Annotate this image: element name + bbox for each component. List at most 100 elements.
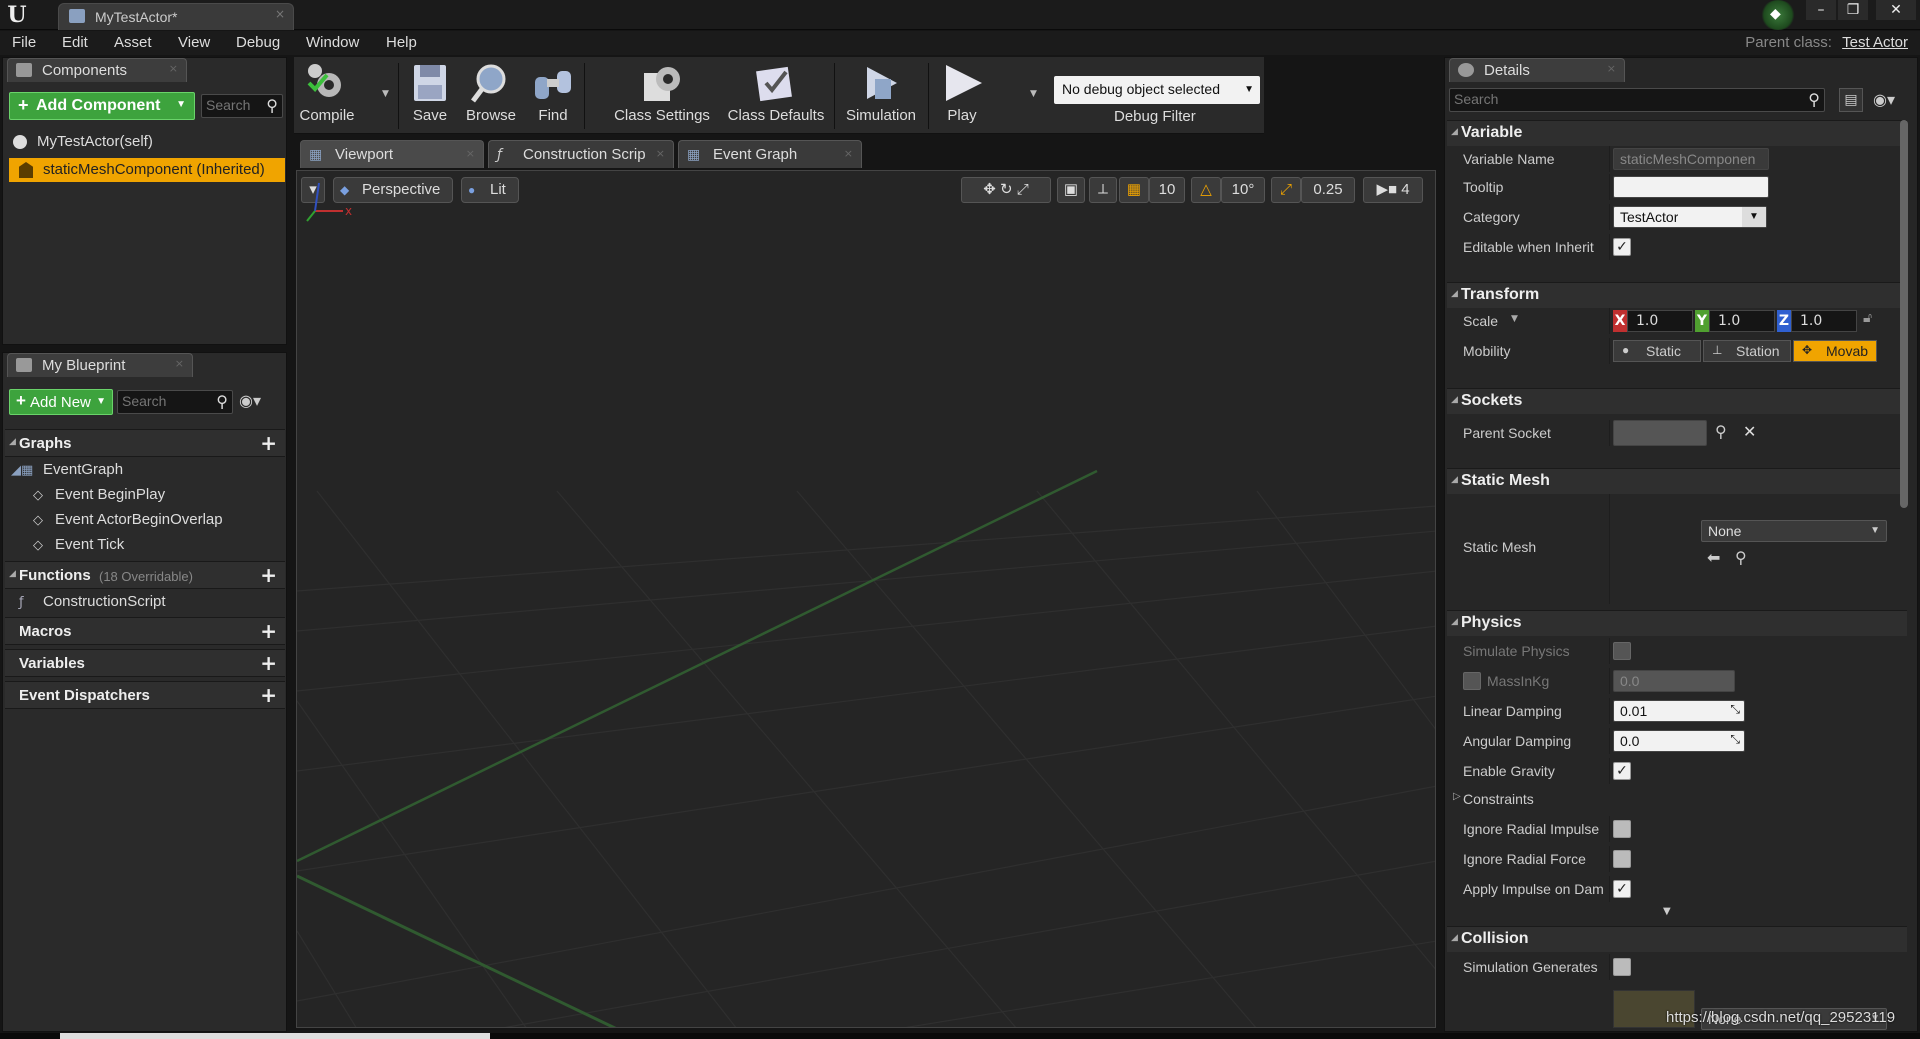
tree-item-event-tick[interactable]: ◇ Event Tick [9,534,285,556]
my-blueprint-tab[interactable]: My Blueprint × [7,353,193,377]
details-tab[interactable]: Details × [1449,58,1625,82]
component-static-mesh-row[interactable]: staticMeshComponent (Inherited) [9,158,285,182]
compile-button[interactable]: Compile [298,61,356,133]
components-tab[interactable]: Components × [7,58,187,82]
browse-socket-search-icon[interactable]: ⚲ [1715,422,1727,441]
expand-arrow-icon[interactable]: ▷ [1453,791,1461,802]
add-variable-icon[interactable]: + [260,651,277,675]
debug-object-select[interactable]: No debug object selected ▼ [1054,76,1260,104]
category-transform[interactable]: ◢ Transform [1447,282,1907,308]
components-search[interactable]: ⚲ [201,94,283,118]
add-macro-icon[interactable]: + [260,619,277,643]
simulation-generates-hit-events-checkbox[interactable] [1613,958,1631,976]
surface-snap-icon[interactable]: ⟂ [1089,177,1117,203]
category-physics[interactable]: ◢ Physics [1447,610,1907,636]
menu-help[interactable]: Help [386,34,417,51]
close-icon[interactable]: × [844,147,853,160]
tab-viewport[interactable]: ▦ Viewport × [300,140,484,168]
add-function-icon[interactable]: + [260,563,277,587]
category-combo[interactable]: TestActor ▼ [1613,206,1767,228]
transform-tools-group[interactable]: ✥ ↻ ⤢ [961,177,1051,203]
add-graph-icon[interactable]: + [260,431,277,455]
menu-window[interactable]: Window [306,34,359,51]
parent-socket-field[interactable] [1613,420,1707,446]
variables-section-header[interactable]: Variables + [5,649,285,677]
world-local-toggle-icon[interactable]: ▣ [1057,177,1085,203]
angular-damping-field[interactable]: 0.0⤡ [1613,730,1745,752]
add-component-button[interactable]: + Add Component ▼ [9,92,195,120]
play-button[interactable]: Play [934,61,990,133]
ignore-radial-impulse-checkbox[interactable] [1613,820,1631,838]
variable-name-field[interactable]: staticMeshComponen [1613,148,1769,170]
close-tab-icon[interactable]: × [275,7,285,21]
mobility-static-button[interactable]: ●Static [1613,340,1701,362]
translate-icon[interactable]: ✥ [983,181,996,198]
minimize-button[interactable]: – [1806,0,1836,20]
mobility-stationary-button[interactable]: ⊥Station [1703,340,1791,362]
compile-options-dropdown-icon[interactable]: ▼ [382,89,389,99]
add-new-button[interactable]: + Add New ▼ [9,389,113,415]
details-scrollbar[interactable] [1900,120,1908,508]
rotation-snap-toggle-icon[interactable]: △ [1191,177,1221,203]
scale-icon[interactable]: ⤢ [1017,181,1029,198]
details-search[interactable]: ⚲ [1449,88,1825,112]
class-defaults-button[interactable]: Class Defaults [724,61,828,133]
blueprint-search-input[interactable] [122,393,208,409]
category-collision[interactable]: ◢ Collision [1447,926,1907,952]
tree-item-event-beginplay[interactable]: ◇ Event BeginPlay [9,484,285,506]
document-tab[interactable]: MyTestActor* × [58,3,294,30]
source-control-icon[interactable]: ◆ [1760,0,1796,30]
find-button[interactable]: Find [528,61,578,133]
clear-socket-icon[interactable]: ✕ [1743,422,1756,441]
mobility-movable-button[interactable]: ✥Movab [1793,340,1877,362]
close-icon[interactable]: × [466,147,475,160]
category-static-mesh[interactable]: ◢ Static Mesh [1447,468,1907,494]
browse-button[interactable]: Browse [460,61,522,133]
scale-y[interactable]: Y1.0 [1695,310,1777,332]
graphs-section-header[interactable]: ◢ Graphs + [5,429,285,457]
tooltip-field[interactable] [1613,176,1769,198]
components-search-input[interactable] [206,97,258,113]
scale-z[interactable]: Z1.0 [1777,310,1859,332]
tab-event-graph[interactable]: ▦ Event Graph × [678,140,862,168]
rotate-icon[interactable]: ↻ [1000,181,1013,198]
camera-speed-button[interactable]: ▶■ 4 [1363,177,1423,203]
class-settings-button[interactable]: Class Settings [612,61,712,133]
add-dispatcher-icon[interactable]: + [260,683,277,707]
tree-item-event-actorbeginoverlap[interactable]: ◇ Event ActorBeginOverlap [9,509,285,531]
grid-snap-toggle-icon[interactable]: ▦ [1119,177,1149,203]
save-button[interactable]: Save [404,61,456,133]
parent-class-link[interactable]: Test Actor [1842,34,1908,51]
menu-asset[interactable]: Asset [114,34,152,51]
mass-field[interactable]: 0.0 [1613,670,1735,692]
close-icon[interactable]: × [656,147,665,160]
category-variable[interactable]: ◢ Variable [1447,120,1907,146]
scale-snap-value[interactable]: 0.25 [1301,177,1355,203]
property-matrix-icon[interactable]: ▤ [1839,88,1863,112]
details-search-input[interactable] [1454,91,1800,107]
close-icon[interactable]: × [1607,62,1616,75]
tree-item-constructionscript[interactable]: ƒ ConstructionScript [9,591,285,613]
apply-impulse-checkbox[interactable]: ✓ [1613,880,1631,898]
menu-edit[interactable]: Edit [62,34,88,51]
maximize-button[interactable]: ❐ [1838,0,1868,20]
simulation-button[interactable]: Simulation [840,61,922,133]
viewport[interactable]: ▾ ◆ Perspective ● Lit ✥ ↻ ⤢ ▣ ⟂ ▦ 10 △ 1… [296,170,1436,1028]
close-window-button[interactable]: ✕ [1876,0,1916,20]
ignore-radial-force-checkbox[interactable] [1613,850,1631,868]
simulate-physics-checkbox[interactable] [1613,642,1631,660]
functions-section-header[interactable]: ◢ Functions (18 Overridable) + [5,561,285,589]
category-sockets[interactable]: ◢ Sockets [1447,388,1907,414]
lit-button[interactable]: ● Lit [461,177,519,203]
event-dispatchers-section-header[interactable]: Event Dispatchers + [5,681,285,709]
tree-item-eventgraph[interactable]: ◢▦ EventGraph [9,459,285,481]
static-mesh-combo[interactable]: None ▼ [1701,520,1887,542]
view-options-eye-icon[interactable]: ◉▾ [239,391,261,410]
prop-constraints[interactable]: ▷ Constraints [1447,786,1907,812]
browse-asset-search-icon[interactable]: ⚲ [1735,548,1747,567]
lock-icon[interactable]: 🔓︎ [1863,310,1872,326]
enable-gravity-checkbox[interactable]: ✓ [1613,762,1631,780]
close-icon[interactable]: × [175,357,184,370]
close-icon[interactable]: × [169,62,178,75]
grid-snap-value[interactable]: 10 [1149,177,1185,203]
